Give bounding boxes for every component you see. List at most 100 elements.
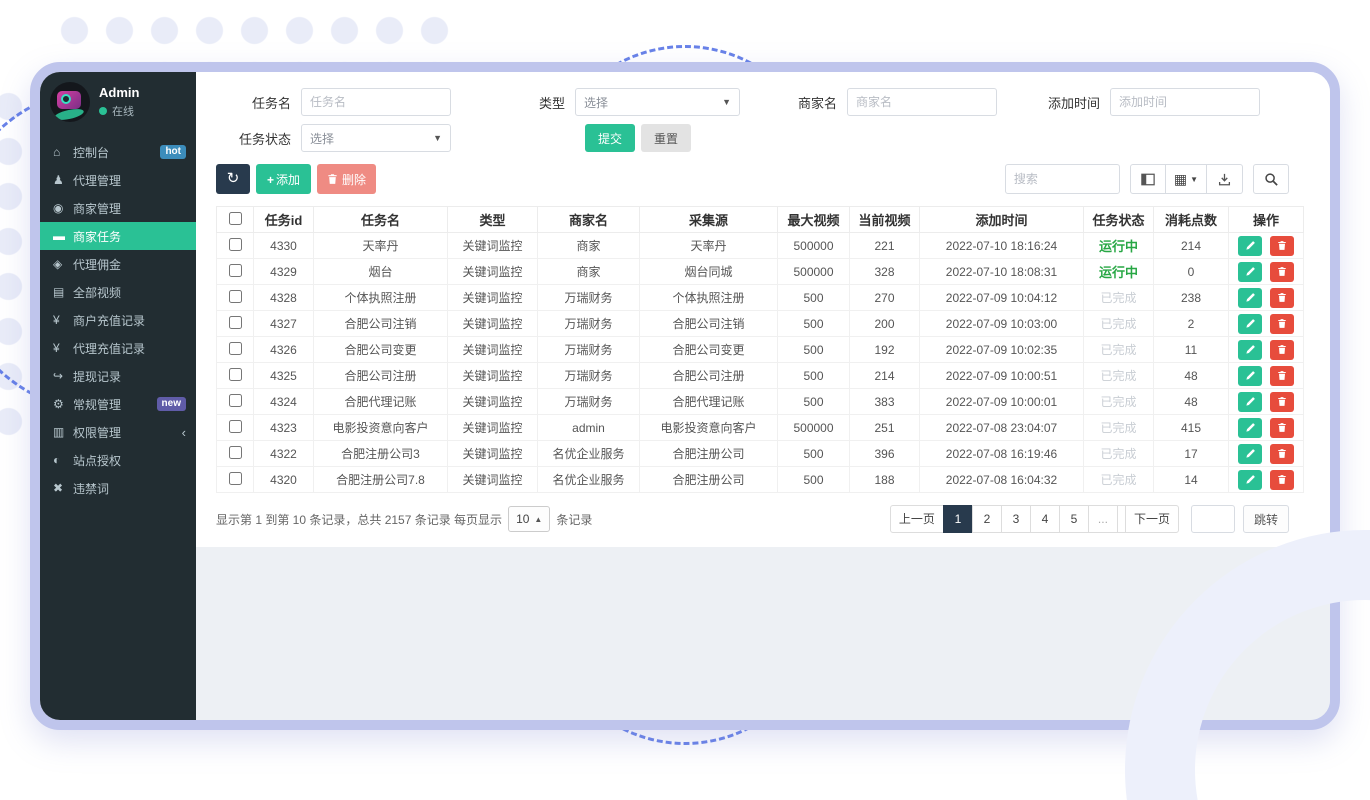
sidebar-item[interactable]: ◉ 商家管理 (40, 194, 196, 222)
sidebar-item[interactable]: ◈ 代理佣金 (40, 250, 196, 278)
sidebar-item[interactable]: ◐ 站点授权 (40, 446, 196, 474)
cell-task-id: 4325 (254, 363, 314, 389)
cell-current-videos: 328 (850, 259, 920, 285)
merchant-input[interactable] (847, 88, 997, 116)
pencil-icon (1245, 474, 1256, 485)
page-button[interactable]: 下一页 (1125, 505, 1179, 533)
delete-row-button[interactable] (1270, 470, 1294, 490)
sidebar: Admin 在线 ⌂ 控制台 hot ♟ 代理管理 ◉ 商家管理 ▬ 商家任务 … (40, 72, 196, 720)
edit-button[interactable] (1238, 340, 1262, 360)
cell-points: 48 (1154, 363, 1229, 389)
edit-button[interactable] (1238, 392, 1262, 412)
edit-button[interactable] (1238, 418, 1262, 438)
page-button[interactable]: 4 (1030, 505, 1060, 533)
pencil-icon (1245, 292, 1256, 303)
search-input[interactable] (1005, 164, 1120, 194)
page-button[interactable]: 3 (1001, 505, 1031, 533)
submit-button[interactable]: 提交 (585, 124, 635, 152)
add-time-input[interactable] (1110, 88, 1260, 116)
cell-source: 合肥注册公司 (640, 441, 778, 467)
refresh-button[interactable]: ↻ (216, 164, 250, 194)
sidebar-item[interactable]: ⚙ 常规管理 new (40, 390, 196, 418)
table-row: 4325 合肥公司注册 关键词监控 万瑞财务 合肥公司注册 500 214 20… (217, 363, 1304, 389)
work-panel: 任务名 类型 选择 ▼ 商家名 添加 (196, 72, 1330, 547)
edit-button[interactable] (1238, 288, 1262, 308)
row-checkbox[interactable] (229, 446, 242, 459)
type-select[interactable]: 选择 ▼ (575, 88, 740, 116)
sidebar-item[interactable]: ⌂ 控制台 hot (40, 138, 196, 166)
status-badge: 已完成 (1100, 369, 1136, 383)
export-button[interactable] (1207, 164, 1243, 194)
delete-row-button[interactable] (1270, 340, 1294, 360)
page-button[interactable]: 上一页 (890, 505, 944, 533)
columns-button[interactable]: ▦▼ (1166, 164, 1207, 194)
row-checkbox[interactable] (229, 238, 242, 251)
pencil-icon (1245, 370, 1256, 381)
cell-points: 17 (1154, 441, 1229, 467)
page-button-active[interactable]: 1 (943, 505, 973, 533)
edit-button[interactable] (1238, 444, 1262, 464)
reset-button[interactable]: 重置 (641, 124, 691, 152)
card-view-button[interactable] (1130, 164, 1166, 194)
merchant-manage-icon: ◉ (53, 201, 73, 215)
delete-button[interactable]: 删除 (317, 164, 376, 194)
table-body: 4330 天率丹 关键词监控 商家 天率丹 500000 221 2022-07… (217, 233, 1304, 493)
cell-source: 个体执照注册 (640, 285, 778, 311)
delete-row-button[interactable] (1270, 288, 1294, 308)
task-name-input[interactable] (301, 88, 451, 116)
cell-added-time: 2022-07-08 23:04:07 (920, 415, 1084, 441)
plus-icon: + (267, 173, 274, 187)
add-button[interactable]: +添加 (256, 164, 311, 194)
row-checkbox[interactable] (229, 342, 242, 355)
sidebar-item[interactable]: ♟ 代理管理 (40, 166, 196, 194)
dashboard-icon: ⌂ (53, 145, 73, 159)
search-button[interactable] (1253, 164, 1289, 194)
page-size-select[interactable]: 10 ▲ (508, 506, 550, 532)
sidebar-item[interactable]: ¥ 代理充值记录 (40, 334, 196, 362)
jump-page-input[interactable] (1191, 505, 1235, 533)
delete-row-button[interactable] (1270, 262, 1294, 282)
edit-button[interactable] (1238, 470, 1262, 490)
cell-merchant: 万瑞财务 (538, 389, 640, 415)
edit-button[interactable] (1238, 314, 1262, 334)
sidebar-item[interactable]: ▬ 商家任务 (40, 222, 196, 250)
pencil-icon (1245, 422, 1256, 433)
row-checkbox[interactable] (229, 394, 242, 407)
delete-row-button[interactable] (1270, 418, 1294, 438)
delete-row-button[interactable] (1270, 366, 1294, 386)
row-checkbox[interactable] (229, 420, 242, 433)
page-button[interactable]: 5 (1059, 505, 1089, 533)
jump-button[interactable]: 跳转 (1243, 505, 1289, 533)
delete-row-button[interactable] (1270, 314, 1294, 334)
table-row: 4322 合肥注册公司3 关键词监控 名优企业服务 合肥注册公司 500 396… (217, 441, 1304, 467)
cell-merchant: 万瑞财务 (538, 337, 640, 363)
cell-added-time: 2022-07-09 10:04:12 (920, 285, 1084, 311)
delete-row-button[interactable] (1270, 392, 1294, 412)
cell-merchant: 万瑞财务 (538, 311, 640, 337)
edit-button[interactable] (1238, 366, 1262, 386)
sidebar-item[interactable]: ▥ 权限管理 ‹ (40, 418, 196, 446)
pencil-icon (1245, 344, 1256, 355)
page-button[interactable]: 2 (972, 505, 1002, 533)
select-all-checkbox[interactable] (229, 212, 242, 225)
row-checkbox[interactable] (229, 316, 242, 329)
delete-row-button[interactable] (1270, 444, 1294, 464)
row-checkbox[interactable] (229, 368, 242, 381)
sidebar-item[interactable]: ▤ 全部视频 (40, 278, 196, 306)
edit-button[interactable] (1238, 262, 1262, 282)
agent-commission-icon: ◈ (53, 257, 73, 271)
row-checkbox[interactable] (229, 472, 242, 485)
chevron-down-icon: ▼ (1190, 175, 1198, 184)
delete-row-button[interactable] (1270, 236, 1294, 256)
row-checkbox[interactable] (229, 264, 242, 277)
sidebar-item[interactable]: ↪ 提现记录 (40, 362, 196, 390)
edit-button[interactable] (1238, 236, 1262, 256)
cell-added-time: 2022-07-10 18:16:24 (920, 233, 1084, 259)
task-status-select[interactable]: 选择 ▼ (301, 124, 451, 152)
sidebar-item[interactable]: ✖ 违禁词 (40, 474, 196, 502)
sidebar-item[interactable]: ¥ 商户充值记录 (40, 306, 196, 334)
select-all-cell (217, 207, 254, 233)
cell-task-id: 4329 (254, 259, 314, 285)
row-checkbox[interactable] (229, 290, 242, 303)
cell-current-videos: 214 (850, 363, 920, 389)
